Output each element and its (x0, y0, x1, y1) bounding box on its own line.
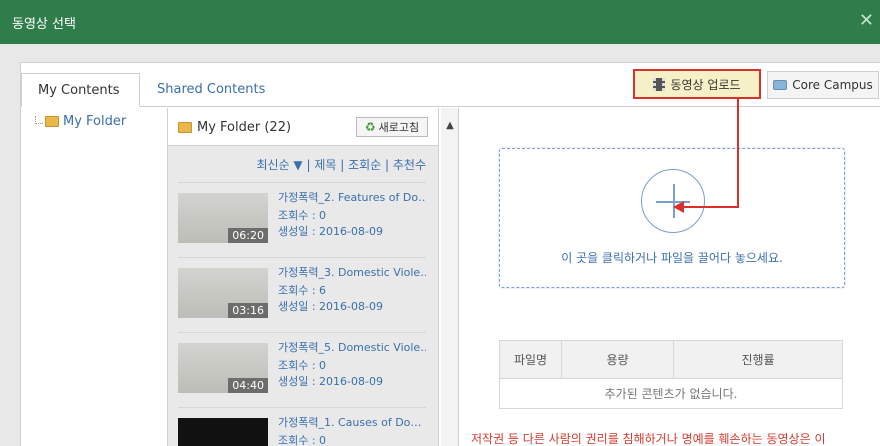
video-title[interactable]: 가정폭력_5. Domestic Viole… (278, 339, 426, 355)
list-item[interactable]: 06:20 가정폭력_2. Features of Do… 조회수 : 0 생성… (178, 182, 426, 252)
sort-options[interactable]: 최신순 ▼ | 제목 | 조회순 | 추천수 (168, 156, 427, 173)
video-duration: 03:16 (228, 303, 268, 318)
list-item[interactable]: 가정폭력_1. Causes of Do… 조회수 : 0 (178, 407, 426, 446)
dialog-titlebar: 동영상 선택 ✕ (0, 0, 880, 44)
folder-icon (178, 122, 192, 133)
video-views: 조회수 : 6 (278, 284, 327, 297)
tab-my-contents[interactable]: My Contents (21, 73, 140, 107)
tab-bar: My Contents Shared Contents 동영상 업로드 Core… (21, 63, 880, 107)
dialog-body: My Contents Shared Contents 동영상 업로드 Core… (20, 62, 880, 446)
annotation-arrow-vertical (737, 98, 739, 208)
video-list-panel: My Folder (22) ♻ 새로고침 최신순 ▼ | 제목 | 조회순 |… (167, 108, 439, 446)
list-scrollbar[interactable]: ▲ (441, 108, 459, 446)
annotation-arrow-horizontal (684, 206, 739, 208)
tree-item-label: My Folder (63, 114, 127, 129)
video-thumbnail[interactable]: 04:40 (178, 343, 268, 393)
folder-title-label: My Folder (22) (197, 120, 292, 135)
core-campus-button[interactable]: Core Campus (767, 71, 879, 99)
video-title[interactable]: 가정폭력_1. Causes of Do… (278, 414, 426, 430)
folder-title: My Folder (22) (178, 120, 291, 135)
tree-item-my-folder[interactable]: My Folder (45, 114, 126, 129)
video-duration: 06:20 (228, 228, 268, 243)
video-thumbnail[interactable] (178, 418, 268, 446)
video-list-header: My Folder (22) ♻ 새로고침 (168, 108, 438, 146)
copyright-warning: 저작권 등 다른 사람의 권리를 침해하거나 명예를 훼손하는 동영상은 이 (471, 432, 826, 446)
refresh-label: 새로고침 (378, 121, 420, 134)
video-created: 생성일 : 2016-08-09 (278, 225, 383, 238)
file-drop-zone[interactable]: 이 곳을 클릭하거나 파일을 끌어다 놓으세요. (499, 148, 845, 288)
refresh-button[interactable]: ♻ 새로고침 (356, 117, 428, 137)
drop-zone-text: 이 곳을 클릭하거나 파일을 끌어다 놓으세요. (561, 251, 783, 265)
video-title[interactable]: 가정폭력_2. Features of Do… (278, 189, 426, 205)
video-thumbnail[interactable]: 03:16 (178, 268, 268, 318)
column-header-progress: 진행률 (673, 340, 843, 379)
folder-tree: My Folder (21, 108, 167, 446)
refresh-icon: ♻ (364, 120, 376, 134)
list-item[interactable]: 04:40 가정폭력_5. Domestic Viole… 조회수 : 0 생성… (178, 332, 426, 402)
dialog-title: 동영상 선택 (12, 17, 76, 32)
close-icon[interactable]: ✕ (859, 10, 874, 31)
campus-icon (773, 80, 788, 90)
video-views: 조회수 : 0 (278, 359, 327, 372)
video-created: 생성일 : 2016-08-09 (278, 300, 383, 313)
video-views: 조회수 : 0 (278, 209, 327, 222)
column-header-size: 용량 (561, 340, 674, 379)
empty-table-text: 추가된 콘텐츠가 없습니다. (499, 378, 843, 409)
column-header-filename: 파일명 (499, 340, 562, 379)
video-upload-label: 동영상 업로드 (670, 77, 741, 92)
folder-icon (45, 116, 59, 127)
video-title[interactable]: 가정폭력_3. Domestic Viole… (278, 264, 426, 280)
upload-file-table: 파일명 용량 진행률 추가된 콘텐츠가 없습니다. (499, 340, 843, 409)
tab-shared-contents[interactable]: Shared Contents (141, 73, 281, 107)
annotation-arrow-head (673, 201, 684, 213)
core-campus-label: Core Campus (792, 78, 873, 92)
video-duration: 04:40 (228, 378, 268, 393)
scroll-up-icon[interactable]: ▲ (444, 120, 456, 131)
video-views: 조회수 : 0 (278, 434, 327, 446)
video-created: 생성일 : 2016-08-09 (278, 375, 383, 388)
table-row: 추가된 콘텐츠가 없습니다. (499, 378, 843, 409)
list-item[interactable]: 03:16 가정폭력_3. Domestic Viole… 조회수 : 6 생성… (178, 257, 426, 327)
video-upload-button[interactable]: 동영상 업로드 (633, 69, 761, 99)
film-icon (653, 77, 666, 91)
tree-connector (35, 116, 43, 124)
video-thumbnail[interactable]: 06:20 (178, 193, 268, 243)
